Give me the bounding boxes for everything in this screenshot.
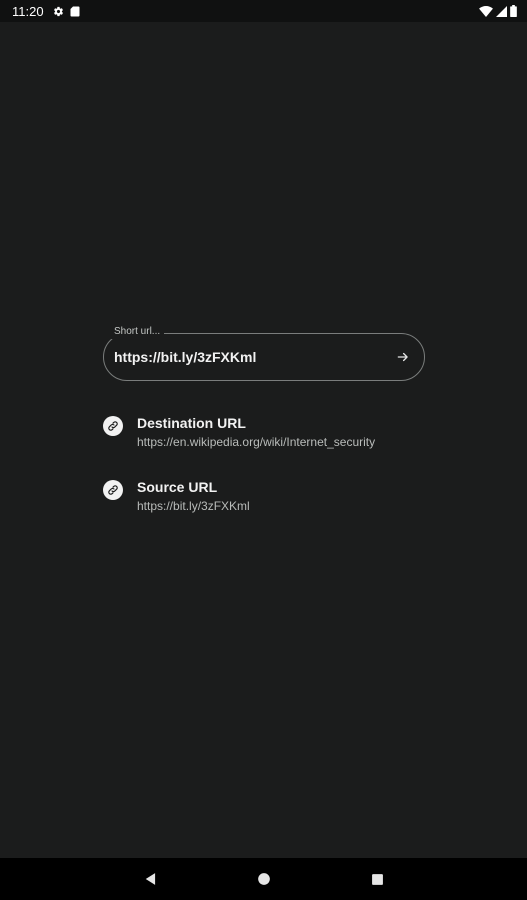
signal-icon <box>496 5 507 17</box>
status-bar-right <box>476 5 527 17</box>
home-button[interactable] <box>254 869 274 889</box>
navigation-bar <box>0 858 527 900</box>
recents-button[interactable] <box>367 869 387 889</box>
settings-icon <box>53 6 63 16</box>
submit-button[interactable] <box>392 346 414 368</box>
recents-icon <box>371 873 383 885</box>
sd-card-icon <box>70 6 80 16</box>
home-icon <box>258 873 270 885</box>
source-url-item: Source URL https://bit.ly/3zFXKml <box>103 478 433 522</box>
source-url-value[interactable]: https://bit.ly/3zFXKml <box>137 498 250 514</box>
wifi-icon <box>479 5 493 17</box>
short-url-input[interactable]: https://bit.ly/3zFXKml <box>114 334 256 380</box>
arrow-right-icon <box>397 352 408 362</box>
back-icon <box>145 873 156 885</box>
short-url-field[interactable]: Short url... https://bit.ly/3zFXKml <box>103 325 425 381</box>
destination-url-value[interactable]: https://en.wikipedia.org/wiki/Internet_s… <box>137 434 375 450</box>
battery-icon <box>510 5 517 17</box>
back-button[interactable] <box>141 869 161 889</box>
main-content: Short url... https://bit.ly/3zFXKml Dest… <box>0 22 527 858</box>
link-icon <box>103 480 123 500</box>
status-time: 11:20 <box>12 3 44 19</box>
destination-url-title: Destination URL <box>137 415 246 431</box>
link-icon <box>103 416 123 436</box>
source-url-title: Source URL <box>137 479 218 495</box>
destination-url-item: Destination URL https://en.wikipedia.org… <box>103 414 433 458</box>
status-bar-left: 11:20 <box>0 4 86 19</box>
status-bar: 11:20 <box>0 0 527 22</box>
